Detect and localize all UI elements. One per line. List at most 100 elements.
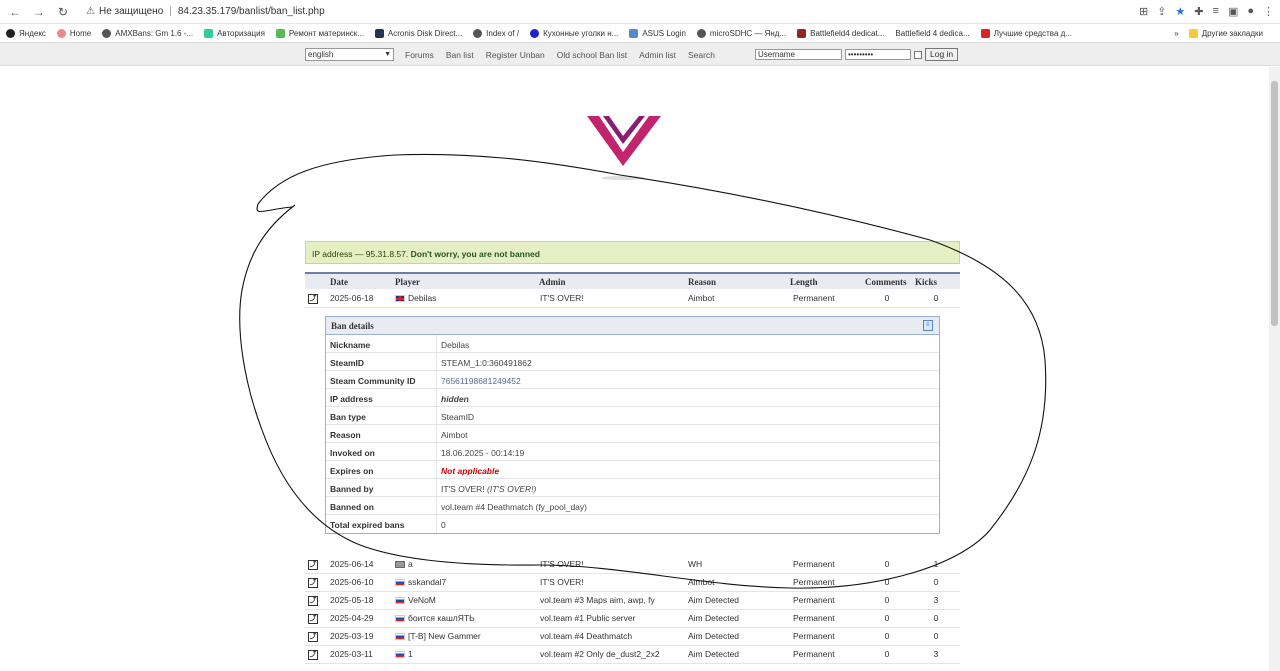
flag-icon [395, 597, 405, 605]
table-row[interactable]: ⤴ 2025-06-10 sskandal7 IT'S OVER! Aimbot Perm… [305, 573, 960, 592]
bookmark-item[interactable]: Acronis Disk Direct... [374, 28, 462, 38]
ban-table-rows: ⤴ 2025-06-14 a IT'S OVER! WH Permanent 0 1 ⤴ 2025… [305, 555, 960, 664]
steam-community-link[interactable]: 76561198681249452 [437, 371, 525, 388]
ban-details-panel: Ban details ≡ Nickname Debilas SteamID STE… [325, 316, 940, 534]
browser-actions: ⊞ ⇪ ★ ✚ ≡ ▣ ● ⋮ [1139, 5, 1274, 18]
nav-link-search[interactable]: Search [688, 50, 715, 60]
flag-icon [395, 651, 405, 659]
username-input[interactable]: Username [755, 49, 842, 60]
translate-icon[interactable]: ⊞ [1139, 5, 1148, 18]
document-icon[interactable]: ≡ [923, 320, 933, 331]
nav-link-banlist[interactable]: Ban list [446, 50, 474, 60]
mod-icon: ⤴ [308, 578, 318, 588]
back-icon[interactable]: ← [6, 3, 24, 21]
warning-icon: ⚠ [86, 6, 95, 17]
bookmark-item[interactable]: Index of / [473, 28, 519, 38]
table-header-row: Date Player Admin Reason Length Comments… [305, 272, 960, 289]
bookmark-item[interactable]: Battlefield4 dedicat... [797, 28, 884, 38]
nav-link-forums[interactable]: Forums [405, 50, 434, 60]
nav-link-old-banlist[interactable]: Old school Ban list [557, 50, 627, 60]
detail-row: Reason Aimbot [326, 425, 939, 443]
col-player[interactable]: Player [392, 272, 537, 289]
bookmark-item[interactable]: Battlefield 4 dedica... [895, 29, 969, 38]
bookmark-item[interactable]: AMXBans: Gm 1.6 -... [102, 28, 193, 38]
reload-icon[interactable]: ↻ [54, 3, 72, 21]
password-input[interactable]: ••••••••• [845, 49, 911, 60]
flag-icon [395, 579, 405, 587]
forward-icon[interactable]: → [30, 3, 48, 21]
detail-row: SteamID STEAM_1:0:360491862 [326, 353, 939, 371]
url-text[interactable]: 84.23.35.179/banlist/ban_list.php [178, 6, 325, 17]
mod-icon: ⤴ [308, 293, 318, 304]
col-admin[interactable]: Admin [537, 272, 685, 289]
mod-icon: ⤴ [308, 614, 318, 624]
table-row[interactable]: ⤴ 2025-06-14 a IT'S OVER! WH Permanent 0 1 [305, 555, 960, 574]
login-form: Username ••••••••• Log in [755, 48, 959, 61]
bookmark-item[interactable]: Яндекс [6, 28, 46, 38]
bookmark-item[interactable]: Лучшие средства д... [980, 28, 1072, 38]
login-button[interactable]: Log in [925, 48, 959, 61]
bookmarks-bar: Яндекс Home AMXBans: Gm 1.6 -... Авториз… [0, 24, 1280, 43]
flag-icon [395, 615, 405, 623]
col-length[interactable]: Length [790, 272, 862, 289]
notice-ip-text: IP address — 95.31.8.57. [312, 249, 411, 259]
other-bookmarks-folder[interactable]: Другие закладки [1188, 28, 1263, 38]
menu-icon[interactable]: ⋮ [1263, 5, 1274, 18]
bookmark-item[interactable]: Авторизация [204, 28, 265, 38]
nav-link-admin-list[interactable]: Admin list [639, 50, 676, 60]
media-icon[interactable]: ≡ [1213, 5, 1219, 18]
site-nav-links: Forums Ban list Register Unban Old schoo… [405, 50, 715, 60]
scrollbar-thumb[interactable] [1271, 81, 1278, 326]
extensions-icon[interactable]: ✚ [1194, 5, 1203, 18]
bookmark-item[interactable]: Home [56, 28, 91, 38]
profile-icon[interactable]: ● [1247, 5, 1254, 18]
language-select[interactable]: english ▼ [305, 48, 394, 61]
bookmark-star-icon[interactable]: ★ [1175, 5, 1185, 18]
bookmark-item[interactable]: Кухонные уголки н... [530, 28, 618, 38]
ban-table: Date Player Admin Reason Length Comments… [305, 272, 960, 308]
nav-link-register-unban[interactable]: Register Unban [486, 50, 545, 60]
share-icon[interactable]: ⇪ [1157, 5, 1166, 18]
detail-row: IP address hidden [326, 389, 939, 407]
detail-row: Banned by IT'S OVER! (IT'S OVER!) [326, 479, 939, 497]
chevron-down-icon: ▼ [384, 51, 391, 58]
detail-row: Steam Community ID 76561198681249452 [326, 371, 939, 389]
bookmark-item[interactable]: microSDHC — Янд... [696, 28, 786, 38]
site-topnav: english ▼ Forums Ban list Register Unban … [0, 43, 1280, 66]
remember-checkbox[interactable] [914, 50, 922, 59]
mod-icon: ⤴ [308, 559, 318, 570]
bookmark-item[interactable]: ASUS Login [629, 28, 686, 38]
mod-icon: ⤴ [308, 650, 318, 660]
browser-toolbar: ← → ↻ ⚠ Не защищено | 84.23.35.179/banli… [0, 0, 1280, 24]
table-row[interactable]: ⤴ 2025-03-11 1 vol.team #2 Only de_dust2_2x… [305, 645, 960, 664]
col-comments[interactable]: Comments [862, 272, 912, 289]
detail-row: Banned on vol.team #4 Deathmatch (fy_pool… [326, 497, 939, 515]
detail-row: Total expired bans 0 [326, 515, 939, 533]
site-logo [587, 116, 661, 180]
col-date[interactable]: Date [327, 272, 392, 289]
table-row[interactable]: ⤴ 2025-04-29 боится кашлЯТЬ vol.team #1 Pub… [305, 609, 960, 628]
url-warning-text: Не защищено [98, 6, 164, 17]
col-kicks[interactable]: Kicks [912, 272, 960, 289]
notice-status: Don't worry, you are not banned [410, 249, 540, 259]
detail-row: Invoked on 18.06.2025 - 00:14:19 [326, 443, 939, 461]
detail-row: Nickname Debilas [326, 335, 939, 353]
bookmark-item[interactable]: Ремонт материнск... [275, 28, 364, 38]
detail-row: Ban type SteamID [326, 407, 939, 425]
detail-row: Expires on Not applicable [326, 461, 939, 479]
sidebar-icon[interactable]: ▣ [1228, 5, 1238, 18]
page-scrollbar[interactable] [1269, 67, 1280, 671]
bookmarks-more-button[interactable]: » [1174, 29, 1178, 38]
flag-icon [395, 633, 405, 641]
url-separator: | [169, 6, 172, 17]
flag-icon [395, 561, 405, 568]
mod-icon: ⤴ [308, 632, 318, 642]
table-row-selected[interactable]: ⤴ 2025-06-18 Debilas IT'S OVER! Aimbot P… [305, 289, 960, 308]
table-row[interactable]: ⤴ 2025-03-19 [T-B] New Gammer vol.team #4 D… [305, 627, 960, 646]
mod-icon: ⤴ [308, 596, 318, 606]
ban-details-title: Ban details ≡ [326, 317, 939, 335]
address-bar[interactable]: ⚠ Не защищено | 84.23.35.179/banlist/ban… [86, 6, 325, 17]
col-reason[interactable]: Reason [685, 272, 790, 289]
folder-icon [1188, 28, 1198, 38]
table-row[interactable]: ⤴ 2025-05-18 VeNoM vol.team #3 Maps aim, aw… [305, 591, 960, 610]
